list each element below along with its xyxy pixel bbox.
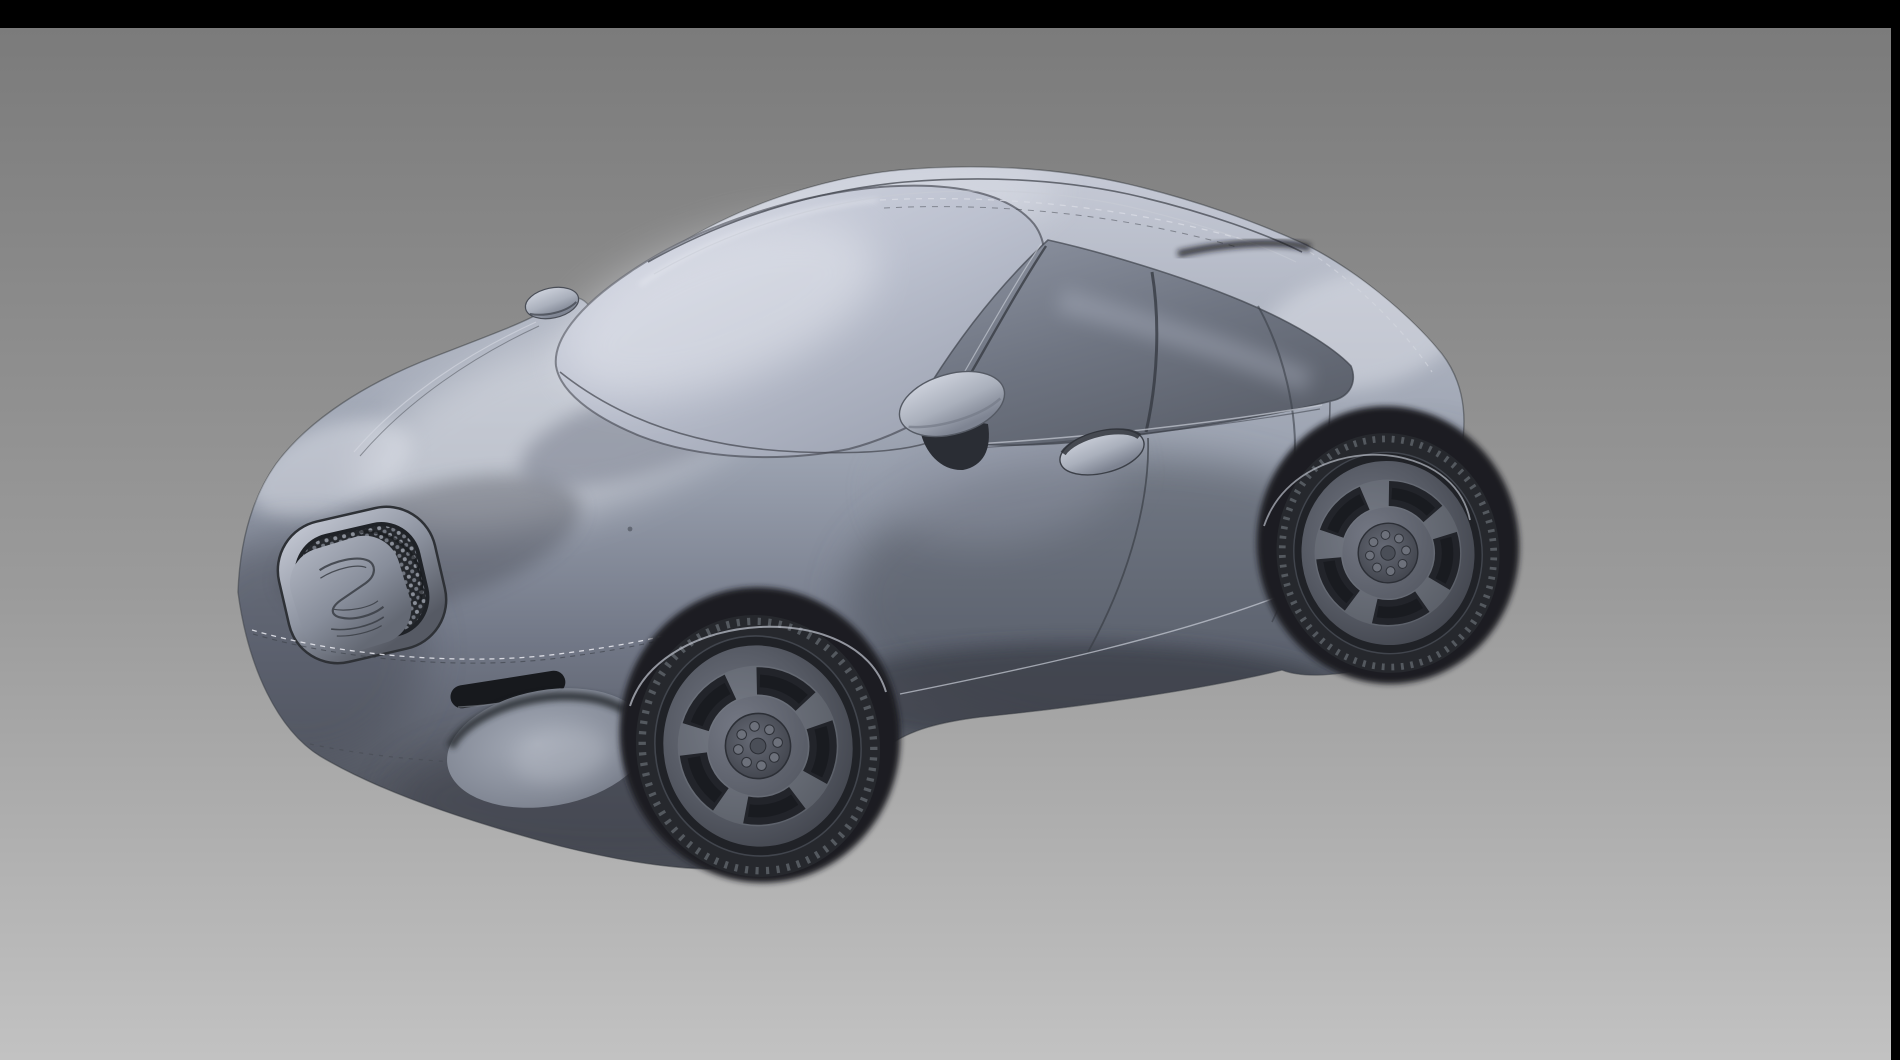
car-render: Gray SEAT concept hatchback 3D surface m… — [0, 0, 1900, 1060]
car-model — [175, 139, 1537, 905]
right-black-bar — [1891, 0, 1900, 1060]
top-black-bar — [0, 0, 1900, 28]
screenshot-root: Gray SEAT concept hatchback 3D surface m… — [0, 0, 1900, 1060]
